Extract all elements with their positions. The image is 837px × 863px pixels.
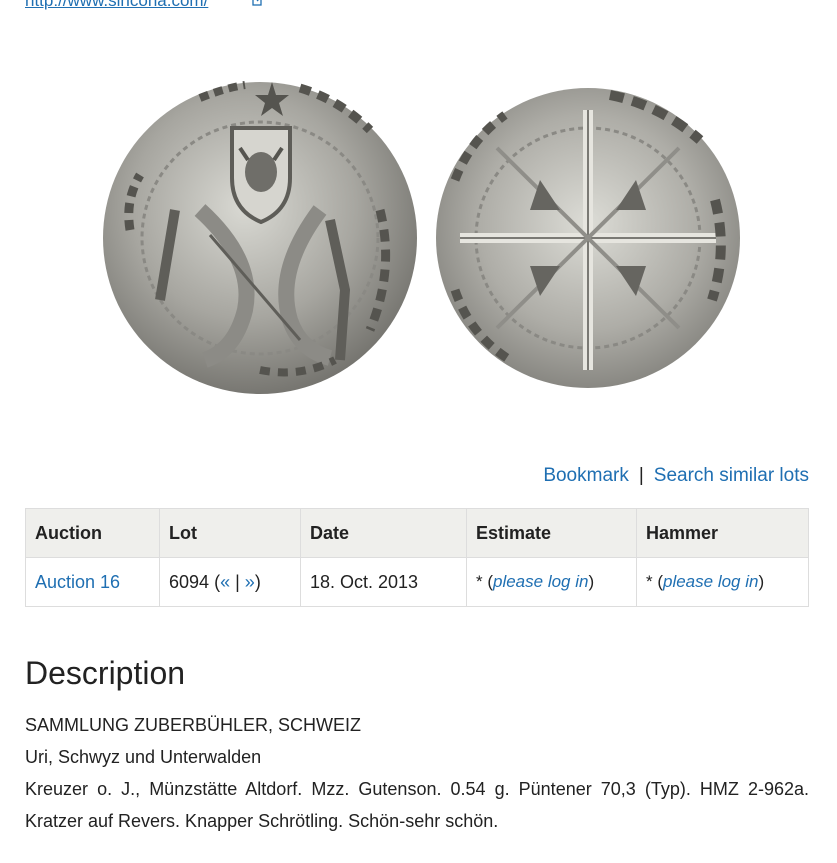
description-region: Uri, Schwyz und Unterwalden	[25, 747, 262, 767]
hammer-prefix: * (	[646, 572, 663, 591]
external-website-link[interactable]: http://www.sincona.com/	[25, 0, 208, 11]
estimate-login-link[interactable]: please log in	[493, 572, 588, 591]
lot-nav-close: )	[254, 571, 261, 592]
header-hammer: Hammer	[636, 508, 809, 558]
header-auction: Auction	[25, 508, 160, 558]
separator: |	[638, 465, 644, 486]
estimate-suffix: )	[588, 572, 595, 591]
next-lot-link[interactable]: »	[245, 572, 255, 592]
cell-hammer: * (please log in)	[636, 557, 809, 607]
external-link-icon	[252, 0, 264, 6]
coin-reverse	[436, 88, 740, 388]
auction-link[interactable]: Auction 16	[35, 572, 120, 592]
coin-image[interactable]	[0, 60, 837, 420]
cell-estimate: * (please log in)	[466, 557, 637, 607]
lot-nav-separator: |	[235, 571, 240, 592]
lot-number: 6094	[169, 571, 210, 592]
cell-date: 18. Oct. 2013	[300, 557, 467, 607]
cell-lot: 6094 (« | »)	[159, 557, 301, 607]
description-body: SAMMLUNG ZUBERBÜHLER, SCHWEIZ Uri, Schwy…	[25, 709, 809, 837]
header-lot: Lot	[159, 508, 301, 558]
hammer-login-link[interactable]: please log in	[663, 572, 758, 591]
table-header-row: Auction Lot Date Estimate Hammer	[25, 508, 809, 558]
hammer-suffix: )	[758, 572, 765, 591]
bookmark-link[interactable]: Bookmark	[543, 465, 629, 486]
coin-obverse	[103, 81, 417, 394]
description-heading: Description	[25, 655, 186, 691]
search-similar-lots-link[interactable]: Search similar lots	[654, 465, 809, 486]
header-estimate: Estimate	[466, 508, 637, 558]
lot-actions: Bookmark | Search similar lots	[543, 465, 809, 487]
table-row: Auction 16 6094 (« | ») 18. Oct. 2013 * …	[25, 557, 809, 607]
description-collection: SAMMLUNG ZUBERBÜHLER, SCHWEIZ	[25, 715, 362, 735]
header-date: Date	[300, 508, 467, 558]
lot-info-table: Auction Lot Date Estimate Hammer Auction…	[25, 508, 809, 607]
description-text: Kreuzer o. J., Münzstätte Altdorf. Mzz. …	[25, 779, 809, 831]
estimate-prefix: * (	[476, 572, 493, 591]
cell-auction: Auction 16	[25, 557, 160, 607]
previous-lot-link[interactable]: «	[220, 572, 230, 592]
